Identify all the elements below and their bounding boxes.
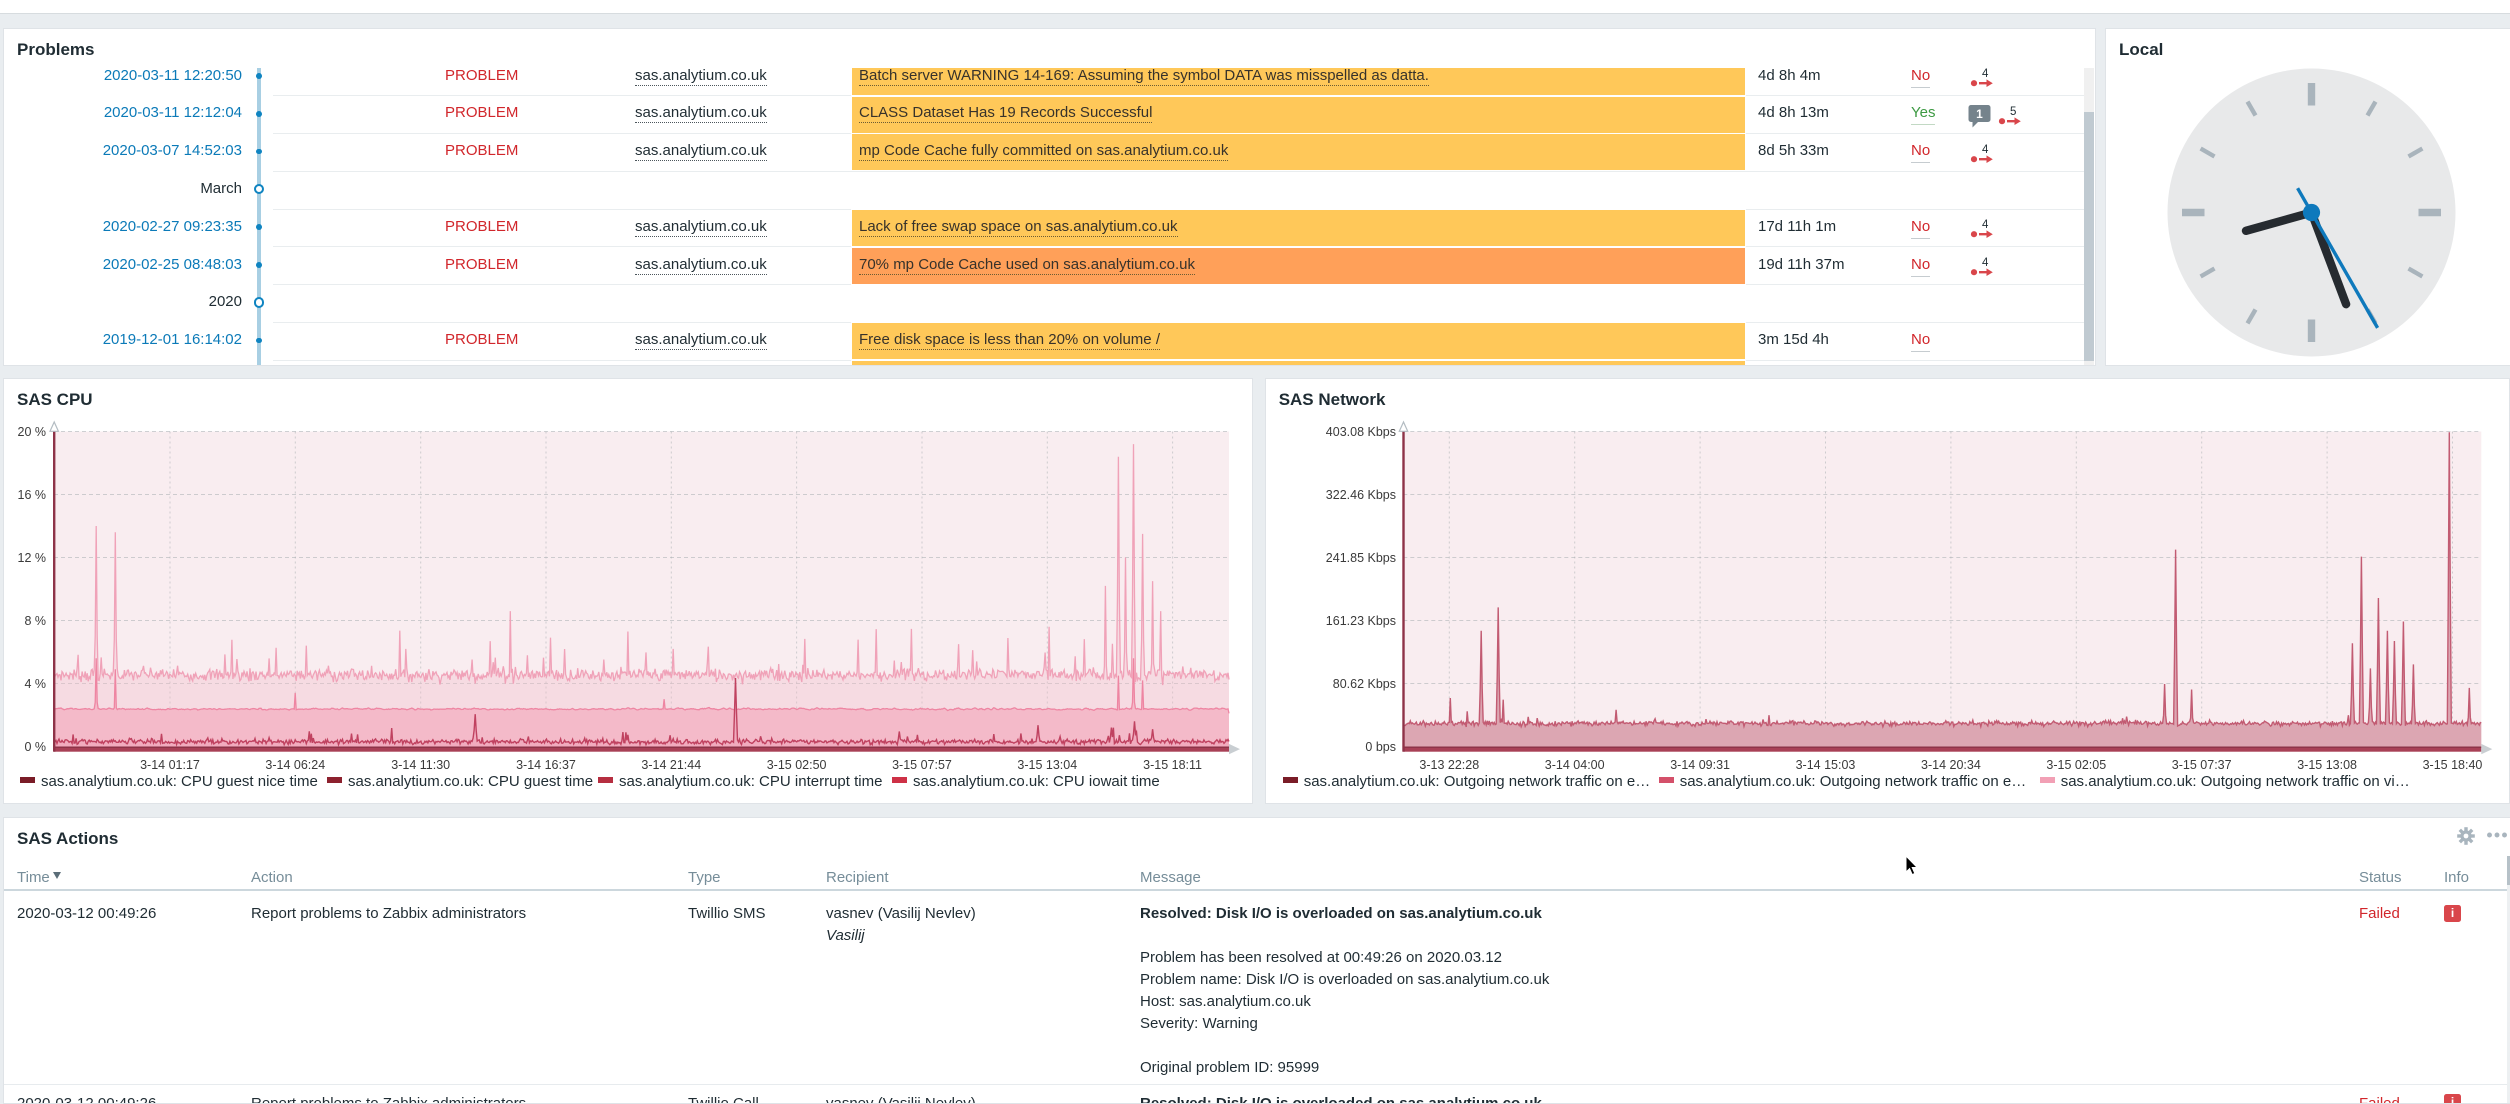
svg-text:3-15 07:57: 3-15 07:57 (892, 758, 952, 772)
svg-text:3-15 13:04: 3-15 13:04 (1017, 758, 1077, 772)
svg-text:3-14 11:30: 3-14 11:30 (391, 758, 450, 772)
svg-text:4: 4 (1982, 219, 1989, 231)
svg-text:80.62 Kbps: 80.62 Kbps (1332, 677, 1395, 691)
svg-text:3-15 18:40: 3-15 18:40 (2422, 758, 2482, 772)
svg-text:4: 4 (1982, 144, 1989, 156)
svg-text:403.08 Kbps: 403.08 Kbps (1325, 425, 1395, 439)
svg-text:3-14 20:34: 3-14 20:34 (1921, 758, 1981, 772)
svg-text:3-15 13:08: 3-15 13:08 (2297, 758, 2357, 772)
svg-text:3-15 02:50: 3-15 02:50 (767, 758, 827, 772)
svg-text:3-15 18:11: 3-15 18:11 (1143, 758, 1202, 772)
svg-text:16 %: 16 % (18, 488, 47, 502)
svg-text:3-14 16:37: 3-14 16:37 (516, 758, 576, 772)
svg-text:4 %: 4 % (24, 677, 46, 691)
svg-text:3-14 04:00: 3-14 04:00 (1544, 758, 1604, 772)
svg-text:3-14 21:44: 3-14 21:44 (641, 758, 701, 772)
svg-text:5: 5 (2010, 106, 2016, 118)
svg-text:0 %: 0 % (24, 740, 46, 754)
svg-text:161.23 Kbps: 161.23 Kbps (1325, 614, 1395, 628)
svg-text:3-14 01:17: 3-14 01:17 (140, 758, 200, 772)
svg-text:3-13 22:28: 3-13 22:28 (1419, 758, 1479, 772)
svg-text:4: 4 (1982, 68, 1989, 80)
svg-text:3-14 09:31: 3-14 09:31 (1670, 758, 1730, 772)
svg-text:12 %: 12 % (18, 551, 47, 565)
svg-text:3-15 07:37: 3-15 07:37 (2171, 758, 2231, 772)
svg-text:4: 4 (1982, 257, 1989, 269)
svg-text:3-14 15:03: 3-14 15:03 (1795, 758, 1855, 772)
svg-text:3-15 02:05: 3-15 02:05 (2046, 758, 2106, 772)
svg-text:241.85 Kbps: 241.85 Kbps (1325, 551, 1395, 565)
svg-text:0 bps: 0 bps (1365, 740, 1396, 754)
svg-text:1: 1 (1976, 107, 1983, 121)
svg-text:20 %: 20 % (18, 425, 47, 439)
svg-text:8 %: 8 % (24, 614, 46, 628)
svg-text:3-14 06:24: 3-14 06:24 (265, 758, 325, 772)
svg-text:322.46 Kbps: 322.46 Kbps (1325, 488, 1395, 502)
